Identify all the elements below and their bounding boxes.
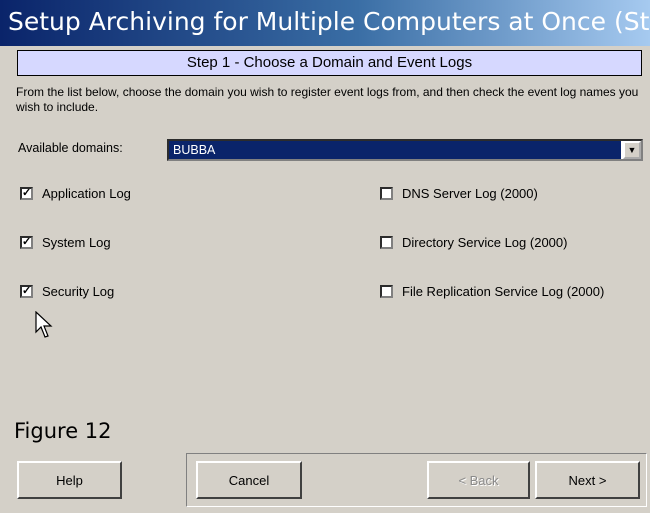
checkbox-box bbox=[380, 187, 393, 200]
checkbox-application-log[interactable]: ✓ Application Log bbox=[20, 186, 131, 201]
checkbox-label: Directory Service Log (2000) bbox=[402, 235, 568, 250]
window-title: Setup Archiving for Multiple Computers a… bbox=[8, 7, 650, 36]
checkbox-security-log[interactable]: ✓ Security Log bbox=[20, 284, 114, 299]
checkmark-icon: ✓ bbox=[20, 285, 33, 298]
checkbox-box bbox=[380, 236, 393, 249]
checkbox-label: DNS Server Log (2000) bbox=[402, 186, 538, 201]
cancel-button[interactable]: Cancel bbox=[196, 461, 302, 499]
help-button-label: Help bbox=[56, 472, 83, 488]
figure-caption: Figure 12 bbox=[14, 419, 112, 443]
checkbox-label: File Replication Service Log (2000) bbox=[402, 284, 605, 299]
checkbox-label: Application Log bbox=[42, 186, 131, 201]
help-button[interactable]: Help bbox=[17, 461, 122, 499]
step-banner: Step 1 - Choose a Domain and Event Logs bbox=[17, 50, 642, 76]
next-button-label: Next > bbox=[568, 472, 607, 488]
checkmark-icon: ✓ bbox=[20, 187, 33, 200]
checkbox-label: System Log bbox=[42, 235, 111, 250]
domain-label: Available domains: bbox=[18, 141, 123, 155]
back-button-label: < Back bbox=[458, 472, 499, 488]
checkmark-icon: ✓ bbox=[20, 236, 33, 249]
checkbox-dns-server-log[interactable]: DNS Server Log (2000) bbox=[380, 186, 538, 201]
back-button[interactable]: < Back bbox=[427, 461, 530, 499]
instructions-text: From the list below, choose the domain y… bbox=[16, 85, 639, 114]
domain-selected-value: BUBBA bbox=[169, 141, 621, 159]
checkbox-system-log[interactable]: ✓ System Log bbox=[20, 235, 111, 250]
checkbox-label: Security Log bbox=[42, 284, 115, 299]
checkbox-file-replication-log[interactable]: File Replication Service Log (2000) bbox=[380, 284, 604, 299]
checkbox-directory-service-log[interactable]: Directory Service Log (2000) bbox=[380, 235, 567, 250]
domain-dropdown[interactable]: BUBBA ▼ bbox=[167, 139, 643, 161]
title-bar[interactable]: Setup Archiving for Multiple Computers a… bbox=[0, 0, 650, 46]
mouse-pointer-icon bbox=[35, 311, 53, 338]
next-button[interactable]: Next > bbox=[535, 461, 640, 499]
checkbox-box bbox=[380, 285, 393, 298]
cancel-button-label: Cancel bbox=[228, 472, 270, 488]
dropdown-arrow-icon[interactable]: ▼ bbox=[623, 141, 641, 159]
